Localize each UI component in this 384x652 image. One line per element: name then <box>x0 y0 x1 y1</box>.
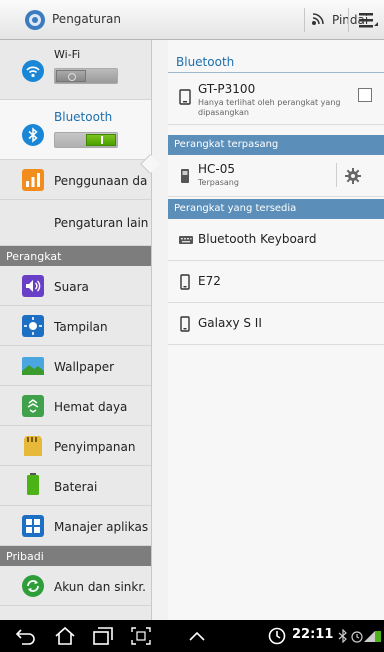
sound-label: Suara <box>54 280 89 294</box>
section-header-device: Perangkat <box>0 246 151 266</box>
gear-icon[interactable] <box>344 167 362 185</box>
scan-icon <box>312 13 324 25</box>
visibility-text: Hanya terlihat oleh perangkat yang dipas… <box>198 98 341 117</box>
system-bar: 22:11 <box>0 620 384 652</box>
divider <box>348 8 349 32</box>
phone-icon <box>180 274 190 290</box>
recent-apps-icon[interactable] <box>92 626 114 646</box>
display-icon <box>22 315 44 337</box>
clock-icon <box>268 627 286 645</box>
wifi-icon <box>22 60 44 82</box>
bluetooth-status-icon <box>338 629 347 643</box>
screenshot-icon[interactable] <box>130 626 152 646</box>
settings-item-bluetooth[interactable]: Bluetooth <box>0 100 151 160</box>
app-manager-icon <box>22 515 44 537</box>
power-saving-icon <box>22 395 44 417</box>
available-device-name: Galaxy S II <box>198 316 262 330</box>
chevron-up-icon[interactable] <box>186 626 208 646</box>
settings-gear-icon[interactable] <box>24 9 46 31</box>
bluetooth-label: Bluetooth <box>54 110 113 124</box>
settings-list: Wi-Fi Bluetooth Penggunaan da Pengaturan… <box>0 40 152 620</box>
phone-icon <box>180 316 190 332</box>
visibility-checkbox[interactable] <box>358 88 372 102</box>
battery-label: Baterai <box>54 480 98 494</box>
divider <box>304 8 305 32</box>
settings-item-accounts[interactable]: Akun dan sinkr. <box>0 566 151 606</box>
wifi-label: Wi-Fi <box>54 48 81 61</box>
back-icon[interactable] <box>14 626 36 646</box>
divider <box>336 163 337 187</box>
sound-icon <box>22 275 44 297</box>
available-device-name: Bluetooth Keyboard <box>198 232 317 246</box>
app-manager-label: Manajer aplikas <box>54 520 149 534</box>
settings-item-power-saving[interactable]: Hemat daya <box>0 386 151 426</box>
storage-label: Penyimpanan <box>54 440 136 454</box>
settings-item-wallpaper[interactable]: Wallpaper <box>0 346 151 386</box>
home-icon[interactable] <box>54 626 76 646</box>
status-time: 22:11 <box>292 627 334 642</box>
settings-item-app-manager[interactable]: Manajer aplikas <box>0 506 151 546</box>
bluetooth-panel: Bluetooth GT-P3100 Hanya terlihat oleh p… <box>168 40 384 620</box>
panel-title: Bluetooth <box>176 55 235 69</box>
own-device-name: GT-P3100 <box>198 82 256 96</box>
more-settings-label: Pengaturan lain <box>54 216 149 230</box>
section-header-available: Perangkat yang tersedia <box>168 199 384 219</box>
bluetooth-toggle[interactable] <box>54 132 118 148</box>
power-saving-label: Hemat daya <box>54 400 128 414</box>
overflow-menu-icon[interactable] <box>356 8 380 32</box>
available-device-name: E72 <box>198 274 221 288</box>
own-device-row[interactable]: GT-P3100 Hanya terlihat oleh perangkat y… <box>168 73 384 125</box>
page-title: Pengaturan <box>52 12 121 26</box>
storage-icon <box>24 436 42 456</box>
available-device-row[interactable]: Galaxy S II <box>168 303 384 345</box>
bluetooth-icon <box>22 124 44 146</box>
action-bar: Pengaturan Pindai <box>0 0 384 40</box>
display-label: Tampilan <box>54 320 108 334</box>
sync-icon <box>22 575 44 597</box>
phone-icon <box>181 169 189 183</box>
settings-item-more-settings[interactable]: Pengaturan lain <box>0 200 151 246</box>
data-usage-icon <box>22 169 44 191</box>
settings-item-data-usage[interactable]: Penggunaan da <box>0 160 151 200</box>
wifi-toggle[interactable] <box>54 68 118 84</box>
available-device-row[interactable]: E72 <box>168 261 384 303</box>
data-usage-label: Penggunaan da <box>54 174 148 188</box>
tablet-icon <box>179 89 191 105</box>
section-header-paired: Perangkat terpasang <box>168 135 384 155</box>
wallpaper-icon <box>22 357 44 375</box>
battery-status-icon <box>375 631 381 642</box>
settings-item-display[interactable]: Tampilan <box>0 306 151 346</box>
paired-device-status: Terpasang <box>198 178 239 187</box>
battery-icon <box>27 473 39 495</box>
section-header-personal: Pribadi <box>0 546 151 566</box>
settings-item-battery[interactable]: Baterai <box>0 466 151 506</box>
keyboard-icon <box>179 236 193 244</box>
settings-item-sound[interactable]: Suara <box>0 266 151 306</box>
settings-item-storage[interactable]: Penyimpanan <box>0 426 151 466</box>
wallpaper-label: Wallpaper <box>54 360 115 374</box>
paired-device-row[interactable]: HC-05 Terpasang <box>168 155 384 197</box>
alarm-icon <box>351 631 363 643</box>
accounts-label: Akun dan sinkr. <box>54 580 146 594</box>
settings-item-wifi[interactable]: Wi-Fi <box>0 40 151 100</box>
available-device-row[interactable]: Bluetooth Keyboard <box>168 219 384 261</box>
paired-device-name: HC-05 <box>198 162 236 176</box>
